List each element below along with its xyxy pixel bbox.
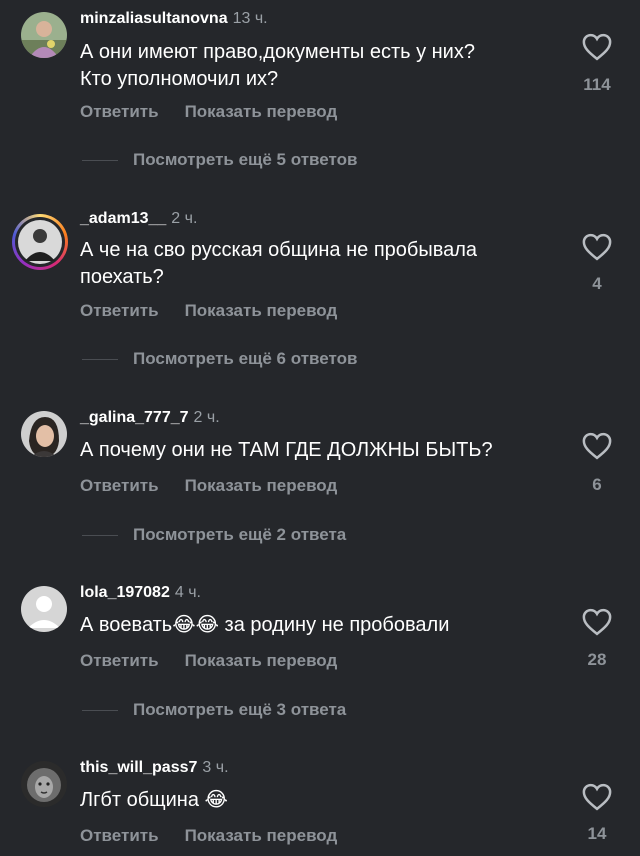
view-more-replies-label[interactable]: Посмотреть ещё 6 ответов — [133, 349, 357, 368]
laughing-emoji-icon: 😂 — [204, 789, 228, 811]
user-avatar[interactable] — [21, 411, 67, 457]
reply-button[interactable]: Ответить — [80, 651, 159, 670]
laughing-emoji-icon: 😂😂 — [172, 614, 219, 636]
comment-header: _adam13__ 2 ч. — [80, 210, 197, 228]
divider-line — [82, 160, 118, 162]
view-more-replies[interactable]: Посмотреть ещё 2 ответа — [82, 525, 346, 545]
lion-photo-avatar-icon — [21, 761, 67, 807]
divider-line — [82, 710, 118, 712]
reply-button[interactable]: Ответить — [80, 301, 159, 320]
like-count: 14 — [587, 824, 607, 843]
view-more-replies[interactable]: Посмотреть ещё 5 ответов — [82, 150, 357, 170]
divider-line — [82, 359, 118, 361]
comment-text-part: А воевать — [80, 614, 173, 636]
show-translation-button[interactable]: Показать перевод — [185, 301, 338, 320]
username[interactable]: minzaliasultanovna — [80, 10, 228, 27]
user-avatar[interactable] — [21, 761, 67, 807]
comment-text-line: А они имеют право,документы есть у них? — [80, 41, 475, 63]
comment-text-line: поехать? — [80, 266, 164, 288]
timestamp: 2 ч. — [193, 409, 220, 426]
view-more-replies-label[interactable]: Посмотреть ещё 3 ответа — [133, 700, 346, 719]
timestamp: 3 ч. — [202, 759, 229, 776]
user-avatar[interactable] — [21, 586, 67, 632]
comment-header: this_will_pass7 3 ч. — [80, 759, 229, 777]
comment-text-line: А почему они не ТАМ ГДЕ ДОЛЖНЫ БЫТЬ? — [80, 439, 493, 461]
user-avatar-story-ring[interactable] — [12, 214, 68, 270]
view-more-replies-label[interactable]: Посмотреть ещё 5 ответов — [133, 150, 357, 169]
show-translation-button[interactable]: Показать перевод — [185, 651, 338, 670]
username[interactable]: _galina_777_7 — [80, 409, 189, 426]
comment-actions: Ответить Показать перевод — [80, 826, 337, 846]
username[interactable]: lola_197082 — [80, 584, 170, 601]
like-count: 4 — [592, 274, 602, 293]
comment-actions: Ответить Показать перевод — [80, 301, 337, 321]
comment-text-part: за родину не пробовали — [218, 614, 450, 636]
comment-text: А че на сво русская община не пробывала … — [80, 237, 560, 291]
username[interactable]: this_will_pass7 — [80, 759, 197, 776]
heart-icon[interactable] — [582, 608, 612, 636]
heart-icon[interactable] — [582, 432, 612, 460]
user-avatar[interactable] — [21, 12, 67, 58]
show-translation-button[interactable]: Показать перевод — [185, 476, 338, 495]
comment-actions: Ответить Показать перевод — [80, 476, 337, 496]
view-more-replies[interactable]: Посмотреть ещё 6 ответов — [82, 349, 357, 369]
comment-text: Лгбт община 😂 — [80, 787, 560, 814]
user-photo-avatar-icon — [21, 12, 67, 58]
timestamp: 13 ч. — [232, 10, 268, 27]
show-translation-button[interactable]: Показать перевод — [185, 826, 338, 845]
comment-text: А почему они не ТАМ ГДЕ ДОЛЖНЫ БЫТЬ? — [80, 437, 560, 464]
comment-header: minzaliasultanovna 13 ч. — [80, 10, 268, 28]
username[interactable]: _adam13__ — [80, 210, 166, 227]
timestamp: 2 ч. — [171, 210, 198, 227]
like-count: 114 — [583, 75, 611, 94]
comment-actions: Ответить Показать перевод — [80, 651, 337, 671]
reply-button[interactable]: Ответить — [80, 476, 159, 495]
user-photo-avatar-icon — [15, 217, 65, 267]
show-translation-button[interactable]: Показать перевод — [185, 102, 338, 121]
reply-button[interactable]: Ответить — [80, 102, 159, 121]
heart-icon[interactable] — [582, 783, 612, 811]
reply-button[interactable]: Ответить — [80, 826, 159, 845]
comment-text-part: Лгбт община — [80, 789, 205, 811]
comment-text-line: Кто уполномочил их? — [80, 68, 279, 90]
like-count: 28 — [587, 650, 607, 669]
view-more-replies-label[interactable]: Посмотреть ещё 2 ответа — [133, 525, 346, 544]
comment-text: А они имеют право,документы есть у них? … — [80, 39, 560, 93]
timestamp: 4 ч. — [174, 584, 201, 601]
heart-icon[interactable] — [582, 33, 612, 61]
comment-text-line: А че на сво русская община не пробывала — [80, 239, 478, 261]
heart-icon[interactable] — [582, 233, 612, 261]
view-more-replies[interactable]: Посмотреть ещё 3 ответа — [82, 700, 346, 720]
comment-text: А воевать😂😂 за родину не пробовали — [80, 612, 560, 639]
like-count: 6 — [592, 475, 602, 494]
comment-header: _galina_777_7 2 ч. — [80, 409, 220, 427]
comment-header: lola_197082 4 ч. — [80, 584, 201, 602]
comment-actions: Ответить Показать перевод — [80, 102, 337, 122]
user-photo-avatar-icon — [21, 411, 67, 457]
divider-line — [82, 535, 118, 537]
default-user-avatar-icon — [28, 596, 60, 628]
